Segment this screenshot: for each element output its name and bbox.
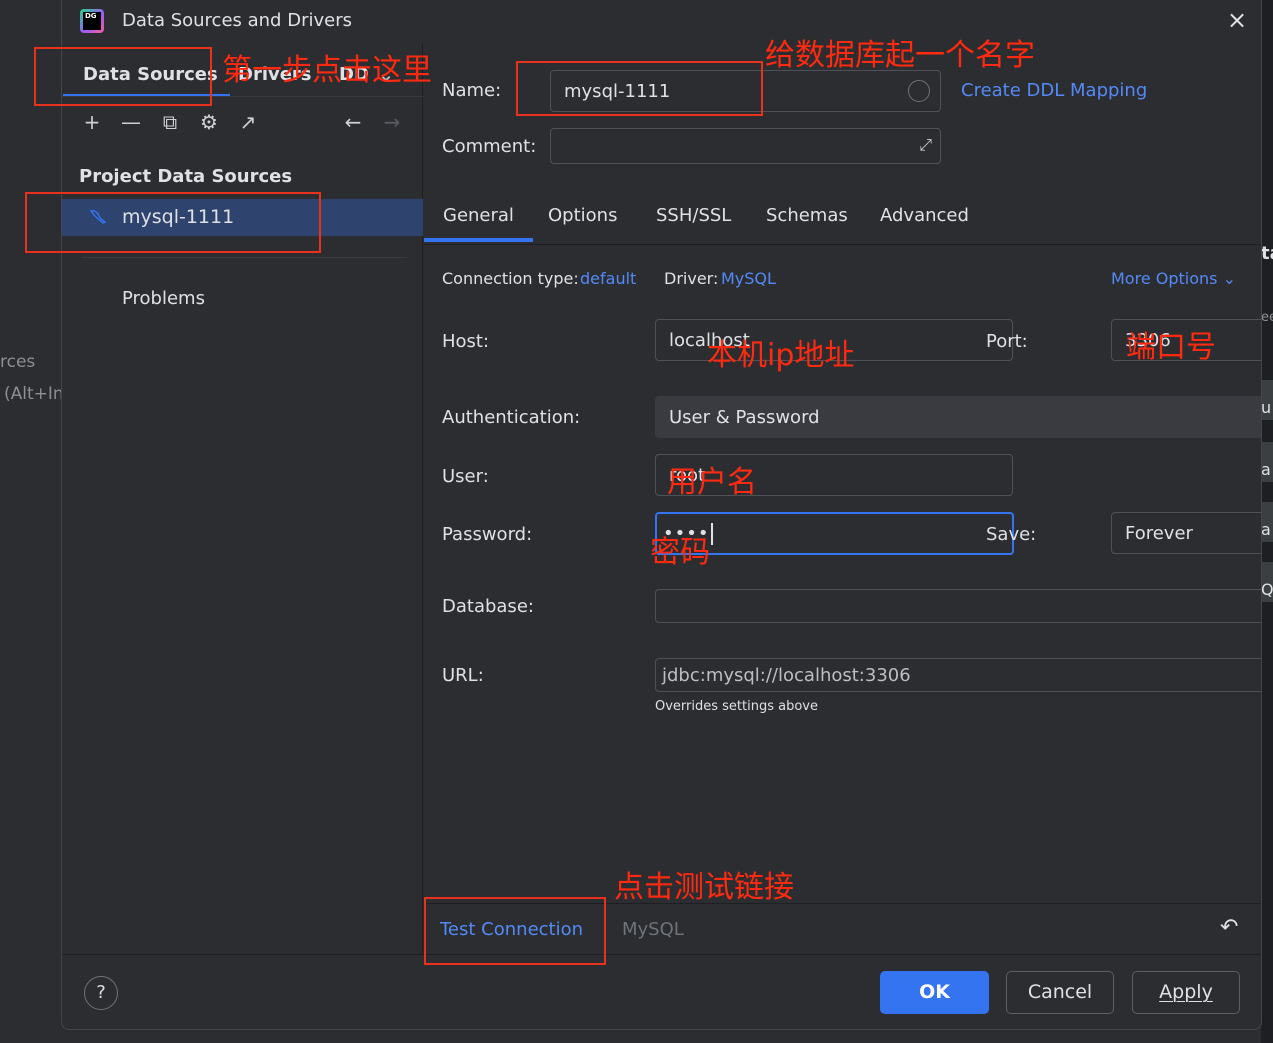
annotation-password: 密码: [650, 535, 710, 570]
url-hint: Overrides settings above: [655, 699, 818, 714]
database-label: Database:: [442, 596, 534, 617]
driver-label: Driver:: [664, 269, 719, 288]
url-input[interactable]: jdbc:mysql://localhost:3306 ⤢: [655, 658, 1261, 692]
help-button[interactable]: ?: [84, 976, 118, 1010]
chevron-down-icon: ⌄: [1222, 269, 1236, 288]
port-label: Port:: [986, 331, 1028, 352]
expand-icon[interactable]: ⤢: [919, 135, 932, 155]
left-panel: Data Sources Drivers DD ⌄ + — ⧉ ⚙ ↗ ← → …: [62, 44, 423, 954]
save-value: Forever: [1125, 522, 1193, 544]
tabs-divider: [424, 244, 1261, 245]
text-cursor: [711, 522, 714, 545]
back-arrow-icon[interactable]: ←: [341, 110, 365, 134]
authentication-value: User & Password: [669, 406, 820, 428]
host-label: Host:: [442, 331, 490, 352]
background-ide-left: rces (Alt+In: [0, 0, 64, 1043]
more-options-label: More Options: [1111, 269, 1218, 288]
add-icon[interactable]: +: [80, 110, 104, 134]
remove-icon[interactable]: —: [119, 110, 143, 134]
logo-text: DG: [83, 12, 101, 30]
tab-ssh-ssl[interactable]: SSH/SSL: [656, 205, 731, 226]
password-label: Password:: [442, 524, 533, 545]
annotation-port: 端口号: [1126, 330, 1216, 365]
tab-advanced[interactable]: Advanced: [880, 205, 969, 226]
driver-link[interactable]: MySQL: [721, 269, 776, 288]
save-label: Save:: [986, 524, 1037, 545]
duplicate-icon[interactable]: ⧉: [158, 110, 182, 134]
settings-icon[interactable]: ⚙: [197, 110, 221, 134]
project-data-sources-header: Project Data Sources: [79, 166, 293, 187]
annotation-box-data-source: [25, 192, 321, 253]
annotation-step1: 第一步点击这里: [222, 53, 432, 88]
background-text: a: [1261, 520, 1271, 539]
color-circle-icon[interactable]: [908, 80, 930, 102]
right-panel: Name: mysql-1111 Create DDL Mapping Comm…: [424, 44, 1261, 904]
footer-divider: [62, 954, 1261, 955]
annotation-box-test-connection: [424, 897, 606, 965]
background-text: ee: [1261, 310, 1273, 325]
driver-status: MySQL: [622, 919, 684, 940]
forward-arrow-icon[interactable]: →: [380, 110, 404, 134]
url-label: URL:: [442, 665, 484, 686]
open-external-icon[interactable]: ↗: [236, 110, 260, 134]
comment-input[interactable]: ⤢: [550, 128, 941, 164]
background-text: QL: [1261, 580, 1273, 599]
problems-item[interactable]: Problems: [122, 288, 205, 309]
database-select[interactable]: [655, 589, 1261, 623]
divider: [82, 257, 407, 258]
ok-button[interactable]: OK: [880, 971, 989, 1014]
title-bar: DG Data Sources and Drivers ×: [62, 0, 1261, 44]
background-text: ta: [1261, 243, 1273, 264]
comment-label: Comment:: [442, 136, 537, 157]
tab-options[interactable]: Options: [548, 205, 617, 226]
background-text: rces: [0, 352, 36, 372]
annotation-test: 点击测试链接: [614, 870, 794, 905]
datagrip-logo-icon: DG: [80, 9, 104, 33]
authentication-label: Authentication:: [442, 407, 581, 428]
background-text: (Alt+In: [4, 384, 64, 404]
background-text: a: [1261, 460, 1271, 479]
revert-icon[interactable]: ↶: [1220, 915, 1238, 940]
user-label: User:: [442, 466, 489, 487]
cancel-button[interactable]: Cancel: [1006, 971, 1114, 1014]
annotation-host: 本机ip地址: [707, 338, 855, 373]
background-text: u: [1261, 398, 1272, 417]
create-ddl-mapping-link[interactable]: Create DDL Mapping: [961, 80, 1147, 101]
tab-schemas[interactable]: Schemas: [766, 205, 848, 226]
more-options-link[interactable]: More Options ⌄: [1111, 269, 1236, 288]
authentication-select[interactable]: User & Password: [655, 396, 1261, 438]
name-label: Name:: [442, 80, 502, 101]
apply-button[interactable]: Apply: [1132, 971, 1240, 1014]
annotation-name: 给数据库起一个名字: [765, 38, 1035, 73]
annotation-box-name: [516, 61, 763, 116]
annotation-box-data-sources-tab: [34, 47, 212, 106]
url-value: jdbc:mysql://localhost:3306: [662, 664, 911, 686]
close-icon[interactable]: ×: [1225, 8, 1249, 32]
save-select[interactable]: Forever: [1111, 512, 1261, 554]
connection-type-label: Connection type:: [442, 269, 579, 288]
connection-type-link[interactable]: default: [580, 269, 636, 288]
window-title: Data Sources and Drivers: [122, 10, 352, 31]
tab-general[interactable]: General: [424, 205, 533, 242]
annotation-user: 用户名: [667, 465, 757, 500]
background-ide-right: ta ee u a a QL: [1261, 0, 1273, 1043]
